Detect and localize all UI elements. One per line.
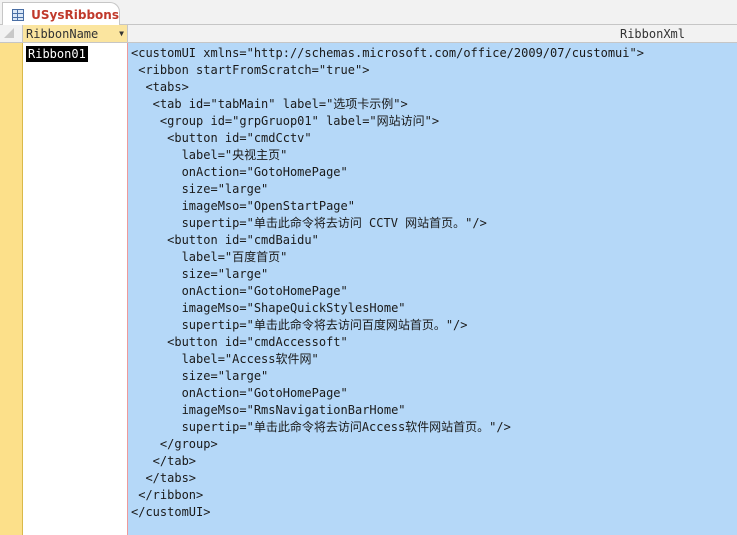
dropdown-arrow-icon[interactable]: ▼ (119, 25, 124, 43)
xml-line: label="Access软件网" (131, 352, 319, 366)
xml-line: <tabs> (131, 80, 189, 94)
xml-line: imageMso="RmsNavigationBarHome" (131, 403, 406, 417)
xml-line: <customUI xmlns="http://schemas.microsof… (131, 46, 644, 60)
xml-line: onAction="GotoHomePage" (131, 165, 348, 179)
xml-line: <button id="cmdAccessoft" (131, 335, 348, 349)
xml-line: </ribbon> (131, 488, 204, 502)
ribbonname-cell[interactable]: Ribbon01 (23, 43, 128, 535)
xml-line: supertip="单击此命令将去访问Access软件网站首页。"/> (131, 420, 511, 434)
record-selector[interactable] (0, 43, 23, 535)
xml-text: <customUI xmlns="http://schemas.microsof… (131, 45, 644, 521)
column-header-ribbonname[interactable]: RibbonName ▼ (23, 25, 128, 43)
column-header-label: RibbonXml (619, 27, 685, 41)
xml-line: label="央视主页" (131, 148, 288, 162)
xml-line: imageMso="ShapeQuickStylesHome" (131, 301, 406, 315)
xml-line: onAction="GotoHomePage" (131, 386, 348, 400)
document-tab-strip: USysRibbons (0, 0, 737, 26)
xml-line: size="large" (131, 182, 269, 196)
xml-line: supertip="单击此命令将去访问 CCTV 网站首页。"/> (131, 216, 487, 230)
select-all-triangle-icon (4, 28, 14, 38)
xml-line: </tabs> (131, 471, 197, 485)
xml-line: supertip="单击此命令将去访问百度网站首页。"/> (131, 318, 468, 332)
table-icon (12, 8, 25, 21)
ribbonxml-cell[interactable]: <customUI xmlns="http://schemas.microsof… (128, 43, 737, 535)
xml-line: </group> (131, 437, 218, 451)
select-all-corner[interactable] (0, 25, 23, 43)
xml-line: size="large" (131, 267, 269, 281)
tab-usysribbons[interactable]: USysRibbons (2, 2, 120, 26)
xml-line: label="百度首页" (131, 250, 288, 264)
xml-line: imageMso="OpenStartPage" (131, 199, 355, 213)
column-header-label: RibbonName (26, 27, 99, 41)
xml-line: <ribbon startFromScratch="true"> (131, 63, 370, 77)
tab-title: USysRibbons (31, 7, 119, 22)
xml-line: </customUI> (131, 505, 211, 519)
xml-line: size="large" (131, 369, 269, 383)
xml-line: <group id="grpGruop01" label="网站访问"> (131, 114, 440, 128)
column-header-ribbonxml[interactable]: RibbonXml (128, 25, 737, 43)
xml-line: <tab id="tabMain" label="选项卡示例"> (131, 97, 408, 111)
ribbonname-value: Ribbon01 (26, 46, 88, 62)
xml-line: </tab> (131, 454, 197, 468)
xml-line: onAction="GotoHomePage" (131, 284, 348, 298)
xml-line: <button id="cmdCctv" (131, 131, 312, 145)
xml-line: <button id="cmdBaidu" (131, 233, 319, 247)
datasheet-grid: RibbonName ▼ RibbonXml Ribbon01 <customU… (0, 25, 737, 535)
